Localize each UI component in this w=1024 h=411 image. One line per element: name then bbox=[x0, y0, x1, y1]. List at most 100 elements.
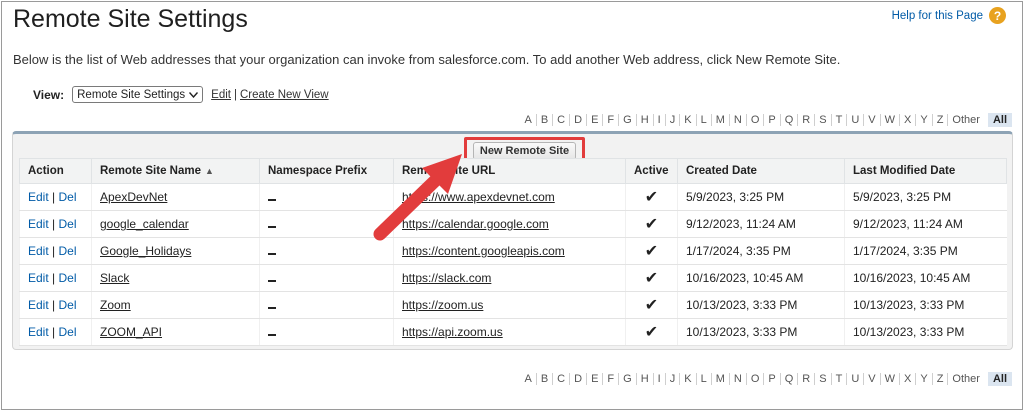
edit-link[interactable]: Edit bbox=[28, 325, 49, 339]
alpha-letter-c[interactable]: C bbox=[552, 114, 569, 126]
alpha-letter-m[interactable]: M bbox=[710, 114, 729, 126]
alpha-letter-i[interactable]: I bbox=[652, 114, 665, 126]
alpha-letter-u[interactable]: U bbox=[846, 373, 863, 385]
alpha-letter-l[interactable]: L bbox=[695, 373, 711, 385]
delete-link[interactable]: Del bbox=[59, 298, 77, 312]
alpha-letter-a[interactable]: A bbox=[520, 373, 535, 385]
alpha-letter-a[interactable]: A bbox=[520, 114, 535, 126]
alpha-letter-z[interactable]: Z bbox=[931, 114, 948, 126]
alpha-letter-g[interactable]: G bbox=[618, 114, 636, 126]
remote-site-url-link[interactable]: https://zoom.us bbox=[402, 298, 483, 312]
alpha-letter-h[interactable]: H bbox=[635, 114, 653, 126]
alpha-letter-r[interactable]: R bbox=[797, 114, 814, 126]
alpha-letter-l[interactable]: L bbox=[695, 114, 711, 126]
alpha-letter-z[interactable]: Z bbox=[931, 373, 948, 385]
remote-site-name-link[interactable]: ZOOM_API bbox=[100, 325, 162, 339]
action-separator: | bbox=[52, 244, 56, 258]
edit-link[interactable]: Edit bbox=[28, 244, 49, 258]
remote-site-name-link[interactable]: google_calendar bbox=[100, 217, 189, 231]
remote-site-name-link[interactable]: Zoom bbox=[100, 298, 131, 312]
alpha-letter-q[interactable]: Q bbox=[779, 114, 798, 126]
edit-link[interactable]: Edit bbox=[28, 271, 49, 285]
alpha-letter-e[interactable]: E bbox=[586, 373, 602, 385]
alpha-all[interactable]: All bbox=[987, 113, 1012, 127]
remote-site-name-link[interactable]: Slack bbox=[100, 271, 129, 285]
alpha-letter-u[interactable]: U bbox=[846, 114, 863, 126]
edit-link[interactable]: Edit bbox=[28, 217, 49, 231]
edit-link[interactable]: Edit bbox=[28, 190, 49, 204]
alpha-letter-k[interactable]: K bbox=[679, 114, 695, 126]
table-header-row: Action Remote Site Name ▲ Namespace Prefi… bbox=[19, 158, 1007, 184]
alpha-letter-p[interactable]: P bbox=[763, 373, 779, 385]
remote-site-url-link[interactable]: https://api.zoom.us bbox=[402, 325, 503, 339]
delete-link[interactable]: Del bbox=[59, 244, 77, 258]
column-name[interactable]: Remote Site Name ▲ bbox=[91, 158, 260, 184]
cell-url: https://zoom.us bbox=[393, 291, 626, 319]
alpha-letter-s[interactable]: S bbox=[814, 373, 830, 385]
alpha-letter-o[interactable]: O bbox=[745, 114, 764, 126]
alpha-letter-v[interactable]: V bbox=[863, 114, 879, 126]
alpha-letter-d[interactable]: D bbox=[569, 114, 586, 126]
alpha-letter-f[interactable]: F bbox=[602, 373, 618, 385]
edit-view-link[interactable]: Edit bbox=[211, 89, 231, 101]
alpha-letter-q[interactable]: Q bbox=[779, 373, 798, 385]
edit-link[interactable]: Edit bbox=[28, 298, 49, 312]
remote-site-url-link[interactable]: https://www.apexdevnet.com bbox=[402, 190, 555, 204]
alpha-letter-t[interactable]: T bbox=[830, 373, 847, 385]
delete-link[interactable]: Del bbox=[59, 271, 77, 285]
alpha-letter-j[interactable]: J bbox=[664, 373, 680, 385]
cell-created: 1/17/2024, 3:35 PM bbox=[677, 237, 845, 265]
table-row: Edit | Del Google_Holidays https://content… bbox=[19, 237, 1007, 265]
alpha-letter-b[interactable]: B bbox=[535, 114, 552, 126]
remote-site-name-link[interactable]: Google_Holidays bbox=[100, 244, 191, 258]
help-link[interactable]: Help for this Page bbox=[892, 10, 983, 22]
delete-link[interactable]: Del bbox=[59, 217, 77, 231]
sort-ascending-icon: ▲ bbox=[204, 166, 214, 176]
remote-site-url-link[interactable]: https://content.googleapis.com bbox=[402, 244, 565, 258]
question-icon[interactable]: ? bbox=[989, 7, 1006, 24]
alpha-letter-j[interactable]: J bbox=[664, 114, 680, 126]
alpha-letter-y[interactable]: Y bbox=[915, 373, 931, 385]
row-actions: Edit | Del bbox=[19, 318, 92, 346]
cell-created: 10/13/2023, 3:33 PM bbox=[677, 291, 845, 319]
remote-site-url-link[interactable]: https://calendar.google.com bbox=[402, 217, 549, 231]
create-view-link[interactable]: Create New View bbox=[240, 89, 329, 101]
alpha-letter-f[interactable]: F bbox=[602, 114, 618, 126]
delete-link[interactable]: Del bbox=[59, 325, 77, 339]
alpha-letter-t[interactable]: T bbox=[830, 114, 847, 126]
delete-link[interactable]: Del bbox=[59, 190, 77, 204]
alpha-letter-p[interactable]: P bbox=[763, 114, 779, 126]
cell-prefix bbox=[259, 237, 394, 265]
alpha-letter-m[interactable]: M bbox=[710, 373, 729, 385]
alpha-letter-r[interactable]: R bbox=[797, 373, 814, 385]
cell-created: 9/12/2023, 11:24 AM bbox=[677, 210, 845, 238]
alpha-letter-k[interactable]: K bbox=[679, 373, 695, 385]
alpha-other[interactable]: Other bbox=[947, 373, 984, 385]
alpha-letter-x[interactable]: X bbox=[899, 373, 915, 385]
alpha-letter-x[interactable]: X bbox=[899, 114, 915, 126]
alpha-letter-s[interactable]: S bbox=[814, 114, 830, 126]
alpha-all[interactable]: All bbox=[987, 372, 1012, 386]
remote-site-name-link[interactable]: ApexDevNet bbox=[100, 190, 167, 204]
alpha-letter-v[interactable]: V bbox=[863, 373, 879, 385]
cell-url: https://slack.com bbox=[393, 264, 626, 292]
cell-prefix bbox=[259, 183, 394, 211]
alpha-letter-e[interactable]: E bbox=[586, 114, 602, 126]
alpha-letter-h[interactable]: H bbox=[635, 373, 653, 385]
alpha-letter-g[interactable]: G bbox=[618, 373, 636, 385]
alpha-letter-w[interactable]: W bbox=[879, 373, 899, 385]
alpha-letter-b[interactable]: B bbox=[535, 373, 552, 385]
view-select[interactable]: Remote Site Settings bbox=[72, 86, 204, 103]
alpha-letter-i[interactable]: I bbox=[652, 373, 665, 385]
remote-site-url-link[interactable]: https://slack.com bbox=[402, 271, 491, 285]
cell-modified: 10/13/2023, 3:33 PM bbox=[844, 318, 1007, 346]
alpha-other[interactable]: Other bbox=[947, 114, 984, 126]
column-name-label: Remote Site Name bbox=[100, 165, 201, 177]
alpha-letter-w[interactable]: W bbox=[879, 114, 899, 126]
alpha-letter-c[interactable]: C bbox=[552, 373, 569, 385]
alpha-letter-n[interactable]: N bbox=[728, 373, 746, 385]
alpha-letter-d[interactable]: D bbox=[569, 373, 586, 385]
alpha-letter-y[interactable]: Y bbox=[915, 114, 931, 126]
alpha-letter-o[interactable]: O bbox=[745, 373, 764, 385]
alpha-letter-n[interactable]: N bbox=[728, 114, 746, 126]
